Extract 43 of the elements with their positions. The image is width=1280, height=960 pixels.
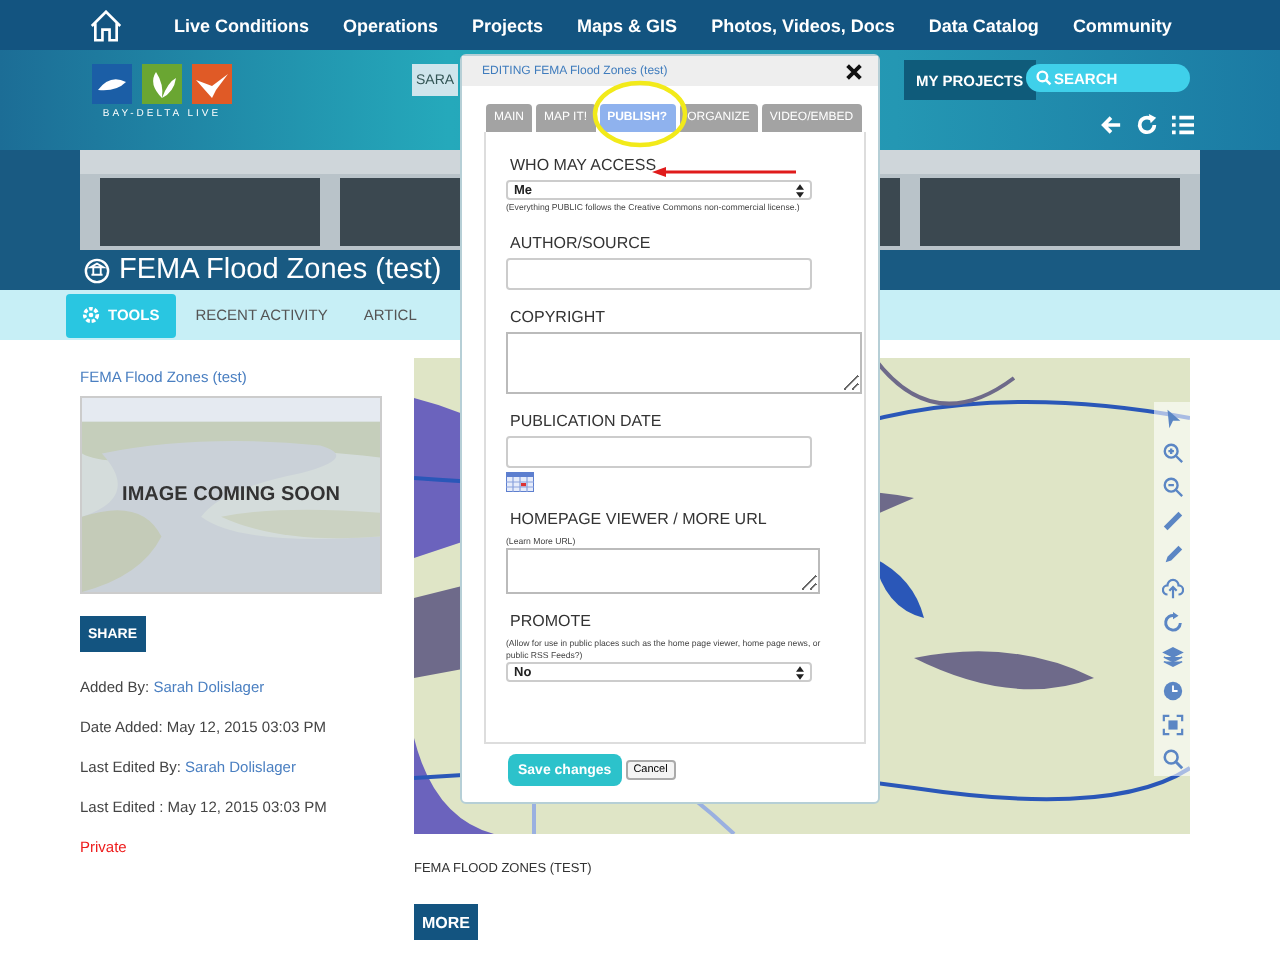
text-input[interactable] (506, 435, 812, 467)
library-icon (83, 257, 109, 283)
zoom-in-icon[interactable] (1161, 442, 1183, 464)
ruler-icon[interactable] (1161, 510, 1183, 532)
logo-icon[interactable] (92, 64, 232, 104)
back-arrow-icon[interactable] (1100, 114, 1122, 136)
home-icon[interactable] (88, 9, 124, 41)
nav-link[interactable]: Data Catalog (928, 15, 1039, 35)
nav-link[interactable]: Operations (343, 15, 439, 35)
nav-link[interactable]: Maps & GIS (577, 15, 678, 35)
image-caption: IMAGE COMING SOON (122, 484, 340, 506)
clock-icon[interactable] (1161, 680, 1183, 702)
field-label: WHO MAY ACCESS (510, 156, 657, 174)
calendar-icon[interactable] (506, 471, 534, 491)
list-icon[interactable] (1172, 114, 1194, 136)
text-input[interactable] (506, 257, 812, 289)
field-label: AUTHOR/SOURCE (510, 233, 651, 251)
page-title: FEMA Flood Zones (test) (119, 254, 442, 286)
field-label: HOMEPAGE VIEWER / MORE URL (510, 509, 767, 527)
search-icon[interactable] (1161, 748, 1183, 770)
annotation-arrow (652, 166, 796, 178)
highlight-circle (592, 80, 688, 148)
fullscreen-icon[interactable] (1161, 714, 1183, 736)
cloud-upload-icon[interactable] (1161, 578, 1183, 600)
nav-link[interactable]: Projects (472, 15, 544, 35)
close-icon[interactable] (846, 63, 862, 79)
dropdown-arrows-icon (796, 183, 804, 197)
field-label: COPYRIGHT (510, 307, 606, 325)
search-icon (1036, 70, 1052, 86)
more-button[interactable]: MORE (414, 904, 478, 940)
nav-link[interactable]: Live Conditions (174, 15, 309, 35)
text-area[interactable] (506, 548, 820, 594)
nav-link[interactable]: Photos, Videos, Docs (711, 15, 895, 35)
zoom-out-icon[interactable] (1161, 476, 1183, 498)
dropdown-arrows-icon (796, 665, 804, 679)
field-label: PUBLICATION DATE (510, 411, 662, 429)
refresh-icon[interactable] (1161, 612, 1183, 634)
nav-link[interactable]: Community (1072, 15, 1172, 35)
text-area[interactable] (506, 331, 862, 393)
pencil-icon[interactable] (1161, 544, 1183, 566)
layers-icon[interactable] (1161, 646, 1183, 668)
field-label: PROMOTE (510, 612, 591, 630)
gear-icon (82, 306, 100, 324)
